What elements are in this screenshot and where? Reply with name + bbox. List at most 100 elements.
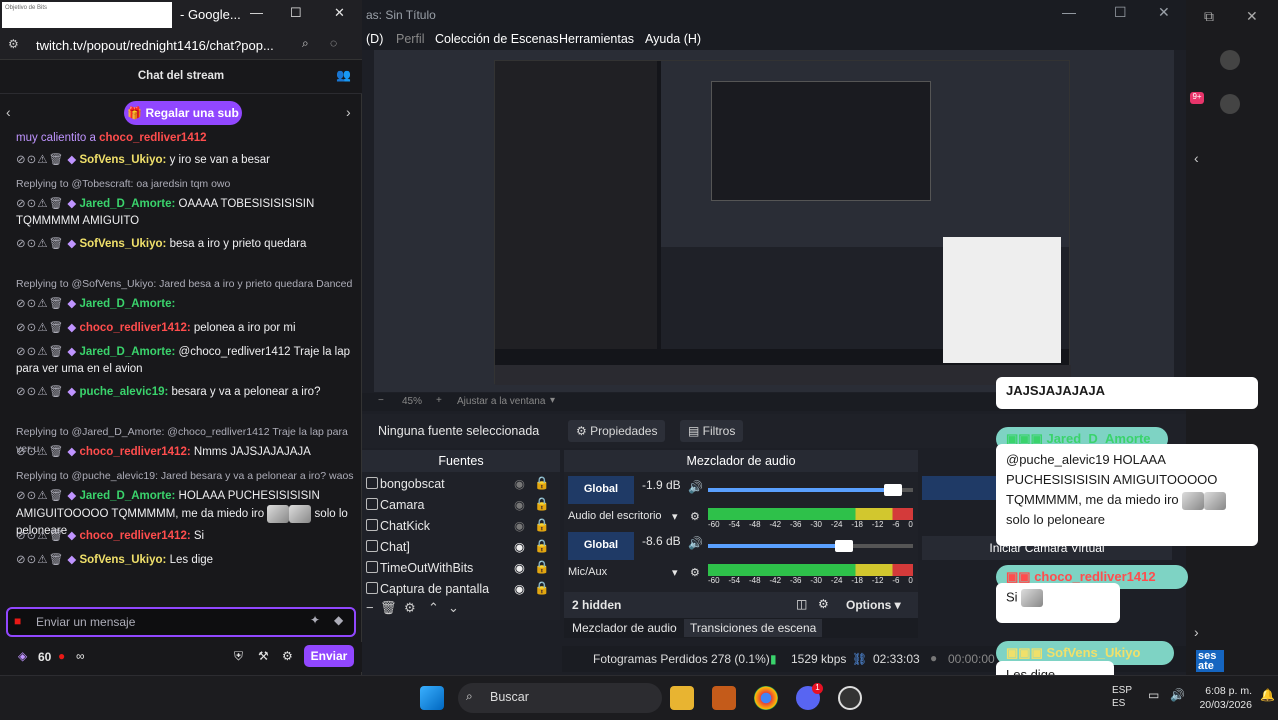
tab-transitions[interactable]: Transiciones de escena	[684, 619, 823, 637]
chat-username[interactable]: Jared_D_Amorte:	[79, 198, 175, 210]
close-icon[interactable]: ✕	[334, 5, 345, 21]
lock-icon[interactable]: 🔒	[534, 539, 550, 554]
fit-window[interactable]: Ajustar a la ventana	[457, 396, 545, 407]
gear-icon[interactable]: ⚙	[404, 600, 416, 616]
settings-icon[interactable]: ⚙	[690, 566, 700, 579]
menu-help[interactable]: Ayuda (H)	[645, 32, 701, 46]
mod-icons[interactable]: ⊘⊙⚠🗑	[16, 554, 64, 566]
chat-username[interactable]: SofVens_Ukiyo:	[79, 154, 166, 166]
mod-icons[interactable]: ⊘⊙⚠🗑	[16, 530, 64, 542]
chat-username[interactable]: puche_alevic19:	[79, 386, 168, 398]
chevron-right-icon[interactable]: ›	[346, 104, 351, 120]
menu-profile[interactable]: Perfil	[396, 32, 424, 46]
site-settings-icon[interactable]: ⚙	[8, 37, 19, 51]
controls-button[interactable]	[922, 476, 1002, 500]
language-indicator[interactable]: ESP ES	[1112, 684, 1132, 710]
source-item[interactable]: Chat] ◉ 🔒	[362, 537, 560, 558]
minimize-icon[interactable]: —	[1062, 4, 1076, 20]
global-button[interactable]: Global	[568, 476, 634, 504]
settings-icon[interactable]: ⚙	[690, 510, 700, 523]
close-icon[interactable]: ✕	[1158, 4, 1170, 21]
source-item[interactable]: Captura de pantalla ◉ 🔒	[362, 579, 560, 600]
gear-icon[interactable]: ⚙	[282, 649, 293, 663]
mod-icons[interactable]: ⊘⊙⚠🗑	[16, 346, 64, 358]
avatar[interactable]	[1220, 94, 1240, 114]
settings-icon[interactable]: ⚙	[818, 597, 829, 611]
mod-icons[interactable]: ⊘⊙⚠🗑	[16, 298, 64, 310]
chat-input[interactable]: ■ Enviar un mensaje ✦ ◆	[6, 607, 356, 637]
close-icon[interactable]: ✕	[1246, 8, 1258, 25]
source-item[interactable]: Camara ◉ 🔒	[362, 495, 560, 516]
mod-icons[interactable]: ⊘⊙⚠🗑	[16, 446, 64, 458]
taskbar-search[interactable]: ⌕ Buscar	[458, 683, 662, 713]
source-item[interactable]: bongobscat ◉ 🔒	[362, 474, 560, 495]
menu-scene-collection[interactable]: Colección de Escenas	[435, 32, 559, 46]
avatar[interactable]	[1220, 50, 1240, 70]
url-text[interactable]: twitch.tv/popout/rednight1416/chat?pop..…	[36, 38, 274, 53]
visibility-icon[interactable]: ◉	[514, 476, 525, 491]
address-bar[interactable]: ⚙ twitch.tv/popout/rednight1416/chat?pop…	[0, 30, 362, 60]
chat-username[interactable]: choco_redliver1412:	[79, 530, 190, 542]
volume-slider[interactable]	[708, 484, 913, 496]
folder-icon[interactable]	[670, 686, 694, 710]
mod-icons[interactable]: ⊘⊙⚠🗑	[16, 490, 64, 502]
up-icon[interactable]: ⌃	[428, 600, 439, 616]
volume-slider[interactable]	[708, 540, 913, 552]
send-button[interactable]: Enviar	[304, 645, 354, 667]
volume-icon[interactable]: 🔊	[688, 480, 703, 494]
clock[interactable]: 6:08 p. m. 20/03/2026	[1198, 684, 1252, 712]
maximize-icon[interactable]: ☐	[1114, 4, 1127, 21]
hide-icon[interactable]: ◌	[330, 36, 337, 50]
points-icon[interactable]: ◈	[18, 649, 27, 663]
notifications-icon[interactable]: 🔔	[1260, 688, 1275, 702]
chat-username[interactable]: choco_redliver1412:	[79, 446, 190, 458]
camera-icon[interactable]: ■	[14, 614, 21, 628]
menu-edit[interactable]: (D)	[366, 32, 383, 46]
down-icon[interactable]: ⌄	[448, 600, 459, 616]
chrome-icon[interactable]	[754, 686, 778, 710]
zoom-out-icon[interactable]: −	[378, 395, 384, 406]
filters-button[interactable]: ▤ Filtros	[680, 420, 744, 442]
lock-icon[interactable]: 🔒	[534, 560, 550, 575]
minimize-icon[interactable]: —	[250, 5, 263, 20]
restore-icon[interactable]: ⧉	[1204, 8, 1214, 25]
obs-preview[interactable]	[374, 50, 1174, 392]
chevron-right-icon[interactable]: ›	[1194, 624, 1199, 640]
chevron-down-icon[interactable]: ▾	[672, 566, 678, 579]
mod-icons[interactable]: ⊘⊙⚠🗑	[16, 322, 64, 334]
chevron-left-icon[interactable]: ‹	[6, 104, 11, 120]
visibility-icon[interactable]: ◉	[514, 539, 525, 554]
mod-icons[interactable]: ⊘⊙⚠🗑	[16, 154, 64, 166]
lock-icon[interactable]: 🔒	[534, 476, 550, 491]
source-item[interactable]: TimeOutWithBits ◉ 🔒	[362, 558, 560, 579]
users-icon[interactable]: 👥	[336, 68, 351, 82]
source-item[interactable]: ChatKick ◉ 🔒	[362, 516, 560, 537]
lock-icon[interactable]: 🔒	[534, 518, 550, 533]
chevron-down-icon[interactable]: ▾	[672, 510, 678, 523]
chat-username[interactable]: SofVens_Ukiyo:	[79, 554, 166, 566]
layout-icon[interactable]: ◫	[796, 597, 807, 611]
zoom-icon[interactable]: ⌕	[302, 36, 309, 51]
remove-icon[interactable]: −	[366, 600, 374, 615]
global-button[interactable]: Global	[568, 532, 634, 560]
visibility-icon[interactable]: ◉	[514, 497, 525, 512]
properties-button[interactable]: ⚙ Propiedades	[568, 420, 666, 442]
visibility-icon[interactable]: ◉	[514, 560, 525, 575]
emote-icon[interactable]: ✦	[310, 613, 320, 627]
network-icon[interactable]: ▭	[1148, 688, 1159, 702]
mod-icons[interactable]: ⊘⊙⚠🗑	[16, 238, 64, 250]
tools-icon[interactable]: ⚒	[258, 649, 269, 663]
volume-icon[interactable]: 🔊	[688, 536, 703, 550]
chat-username[interactable]: SofVens_Ukiyo:	[79, 238, 166, 250]
maximize-icon[interactable]: ☐	[290, 5, 302, 21]
bits-icon[interactable]: ◆	[334, 613, 343, 627]
lock-icon[interactable]: 🔒	[534, 581, 550, 596]
shield-icon[interactable]: ⛨	[234, 649, 243, 664]
volume-icon[interactable]: 🔊	[1170, 688, 1185, 702]
gift-sub-button[interactable]: 🎁 Regalar una sub	[124, 101, 242, 125]
zoom-in-icon[interactable]: +	[436, 395, 442, 406]
chevron-down-icon[interactable]: ▾	[550, 395, 555, 406]
trash-icon[interactable]: 🗑	[380, 600, 397, 616]
chat-username[interactable]: choco_redliver1412:	[79, 322, 190, 334]
app-icon[interactable]	[712, 686, 736, 710]
